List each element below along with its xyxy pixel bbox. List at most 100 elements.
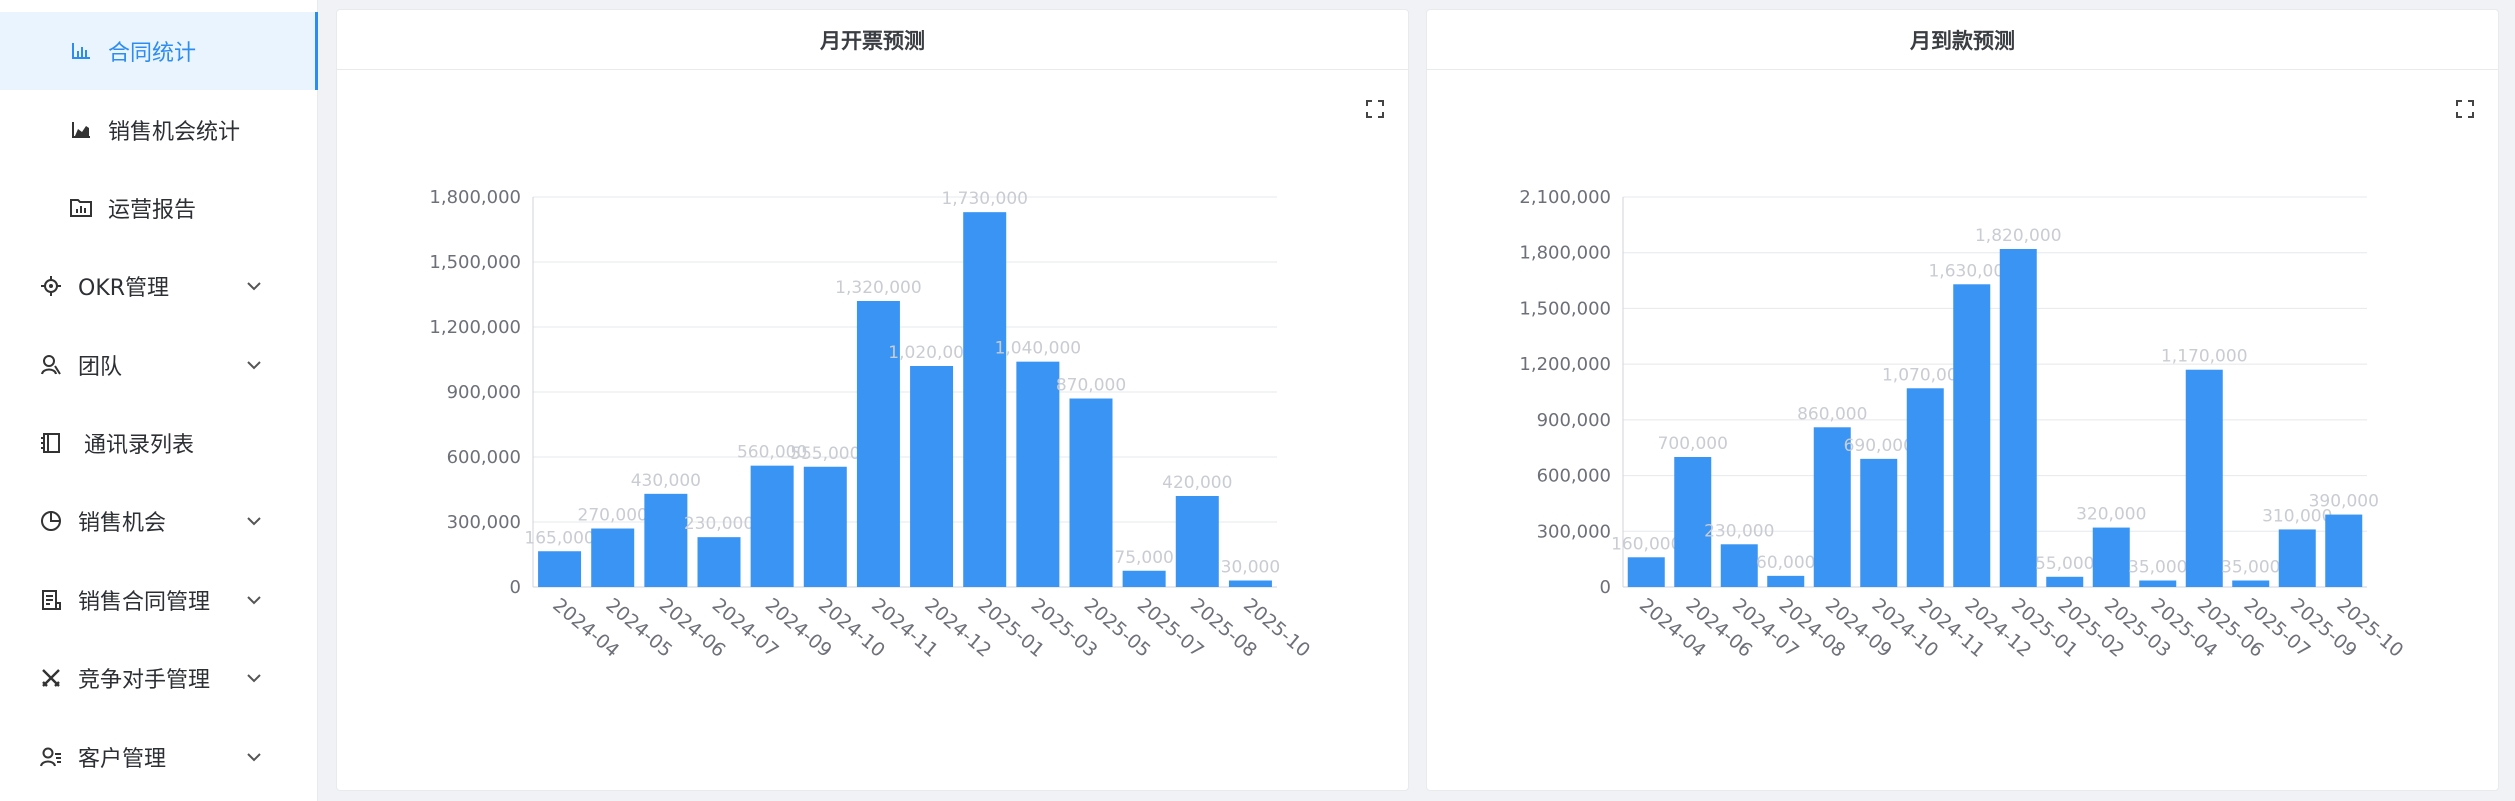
data-label: 165,000 bbox=[524, 528, 594, 548]
sidebar-item-contract-management[interactable]: 销售合同管理 bbox=[0, 561, 316, 639]
bar[interactable] bbox=[1175, 496, 1219, 587]
customer-icon bbox=[38, 744, 64, 770]
sidebar-item-opportunity[interactable]: 销售机会 bbox=[0, 482, 316, 560]
chevron-down-icon bbox=[244, 668, 264, 688]
data-label: 320,000 bbox=[2076, 505, 2146, 525]
chevron-down-icon bbox=[244, 747, 264, 767]
data-label: 1,040,000 bbox=[995, 339, 1082, 359]
y-tick-label: 1,200,000 bbox=[1519, 354, 1611, 375]
chevron-down-icon bbox=[244, 355, 264, 375]
bar[interactable] bbox=[1767, 575, 1805, 587]
bar[interactable] bbox=[2278, 529, 2316, 587]
chevron-down-icon bbox=[244, 511, 264, 531]
sidebar-item-label: 销售合同管理 bbox=[78, 590, 211, 615]
bar[interactable] bbox=[1906, 388, 1944, 587]
y-tick-label: 1,500,000 bbox=[1519, 298, 1611, 319]
target-icon bbox=[38, 273, 64, 299]
payment-forecast-card: 月到款预测 0 300,000 600,000 900,000 1,200,000 1,5… bbox=[1426, 9, 2499, 791]
chevron-down-icon bbox=[244, 590, 264, 610]
data-label: 690,000 bbox=[1844, 436, 1914, 456]
y-tick-label: 2,100,000 bbox=[1519, 187, 1611, 208]
invoice-forecast-chart: 0 300,000 600,000 900,000 1,200,000 1,500,000… bbox=[429, 187, 1314, 662]
sidebar-item-label: 客户管理 bbox=[78, 747, 167, 772]
bar[interactable] bbox=[1720, 544, 1758, 587]
data-label: 860,000 bbox=[1797, 404, 1867, 424]
team-icon bbox=[38, 352, 64, 378]
sidebar-item-okr[interactable]: OKR管理 bbox=[0, 247, 316, 325]
bar[interactable] bbox=[1953, 284, 1991, 587]
bar[interactable] bbox=[644, 493, 688, 587]
data-label: 60,000 bbox=[1756, 553, 1815, 573]
bar[interactable] bbox=[1016, 361, 1060, 587]
y-tick-label: 0 bbox=[1600, 577, 1611, 598]
sidebar-item-label: 合同统计 bbox=[108, 41, 197, 66]
y-tick-label: 0 bbox=[510, 577, 521, 598]
y-tick-label: 1,200,000 bbox=[429, 317, 521, 338]
sidebar-item-label: OKR管理 bbox=[78, 276, 170, 301]
sidebar: 合同统计 销售机会统计 运营报告 OKR管理 团队 通讯录列表 销售机会 销售合… bbox=[0, 0, 318, 801]
data-label: 30,000 bbox=[1221, 558, 1280, 578]
report-folder-icon bbox=[68, 195, 94, 221]
bar[interactable] bbox=[1860, 458, 1898, 587]
data-label: 35,000 bbox=[2221, 558, 2280, 578]
bar[interactable] bbox=[963, 212, 1007, 587]
bar[interactable] bbox=[1122, 570, 1166, 587]
bar[interactable] bbox=[538, 551, 582, 587]
bar[interactable] bbox=[1228, 580, 1272, 588]
y-tick-label: 1,500,000 bbox=[429, 252, 521, 273]
sidebar-item-contract-stats[interactable]: 合同统计 bbox=[0, 12, 318, 90]
sidebar-item-address-book[interactable]: 通讯录列表 bbox=[0, 404, 316, 482]
bar[interactable] bbox=[2185, 369, 2223, 587]
data-label: 430,000 bbox=[631, 471, 701, 491]
data-label: 160,000 bbox=[1611, 534, 1681, 554]
data-label: 1,730,000 bbox=[941, 189, 1028, 209]
sidebar-item-label: 销售机会 bbox=[78, 511, 167, 536]
y-tick-label: 1,800,000 bbox=[1519, 243, 1611, 264]
data-label: 555,000 bbox=[790, 444, 860, 464]
sidebar-item-customer[interactable]: 客户管理 bbox=[0, 718, 316, 796]
bar[interactable] bbox=[803, 466, 847, 587]
bar[interactable] bbox=[697, 537, 741, 587]
bar[interactable] bbox=[1999, 249, 2037, 587]
data-label: 230,000 bbox=[684, 514, 754, 534]
sidebar-item-team[interactable]: 团队 bbox=[0, 326, 316, 404]
data-label: 1,020,000 bbox=[888, 343, 975, 363]
data-label: 1,820,000 bbox=[1975, 226, 2062, 246]
y-tick-label: 300,000 bbox=[1537, 521, 1611, 542]
y-tick-label: 600,000 bbox=[1537, 466, 1611, 487]
contract-icon bbox=[38, 587, 64, 613]
payment-forecast-chart: 0 300,000 600,000 900,000 1,200,000 1,500,000… bbox=[1519, 187, 2407, 662]
data-label: 35,000 bbox=[2128, 558, 2187, 578]
sidebar-item-competitor[interactable]: 竞争对手管理 bbox=[0, 639, 316, 717]
chart-title: 月开票预测 bbox=[337, 10, 1408, 70]
bar[interactable] bbox=[2046, 576, 2084, 587]
chevron-down-icon bbox=[244, 276, 264, 296]
swords-icon bbox=[38, 665, 64, 691]
y-tick-label: 900,000 bbox=[447, 382, 521, 403]
sidebar-item-operation-report[interactable]: 运营报告 bbox=[0, 169, 316, 247]
data-label: 55,000 bbox=[2035, 554, 2094, 574]
sidebar-item-opportunity-stats[interactable]: 销售机会统计 bbox=[0, 91, 316, 169]
bar[interactable] bbox=[1069, 398, 1113, 588]
bar[interactable] bbox=[2139, 580, 2177, 588]
data-label: 1,170,000 bbox=[2161, 347, 2248, 367]
data-label: 420,000 bbox=[1162, 473, 1232, 493]
bar[interactable] bbox=[591, 528, 635, 588]
bar[interactable] bbox=[750, 465, 794, 587]
y-tick-label: 1,800,000 bbox=[429, 187, 521, 208]
bar[interactable] bbox=[2232, 580, 2270, 588]
invoice-forecast-card: 月开票预测 0 300,000 600,000 900,000 1,200,000 1,5… bbox=[336, 9, 1409, 791]
sidebar-item-label: 团队 bbox=[78, 355, 123, 380]
sidebar-item-label: 销售机会统计 bbox=[108, 120, 241, 145]
bar[interactable] bbox=[2092, 527, 2130, 587]
y-tick-label: 600,000 bbox=[447, 447, 521, 468]
bar[interactable] bbox=[910, 366, 954, 587]
sidebar-item-label: 运营报告 bbox=[108, 198, 197, 223]
y-tick-label: 900,000 bbox=[1537, 410, 1611, 431]
bar[interactable] bbox=[1627, 557, 1665, 587]
data-label: 390,000 bbox=[2309, 492, 2379, 512]
data-label: 1,320,000 bbox=[835, 278, 922, 298]
area-chart-icon bbox=[68, 117, 94, 143]
bar[interactable] bbox=[2325, 514, 2363, 587]
bar-chart-icon bbox=[68, 38, 94, 64]
